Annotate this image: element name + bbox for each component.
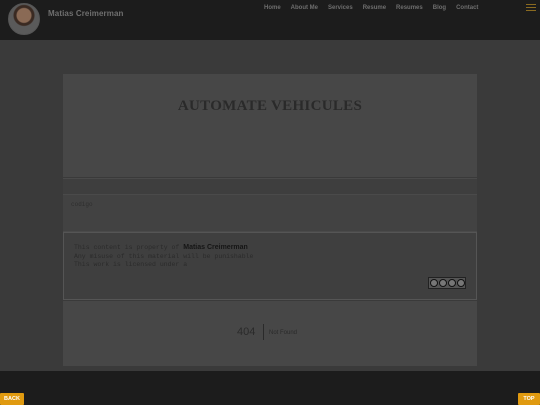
breadcrumb-strip (63, 178, 477, 195)
nc-icon (447, 279, 456, 287)
page-title: AUTOMATE VEHICULES (177, 98, 363, 114)
hamburger-menu-icon[interactable] (526, 4, 536, 12)
main-nav: Home About Me Services Resume Resumes Bl… (264, 5, 488, 11)
license-prefix-text: This work is licensed under a (74, 261, 188, 268)
license-line-3: This work is licensed under a (74, 261, 187, 268)
nav-services[interactable]: Services (328, 5, 353, 11)
avatar[interactable] (8, 3, 40, 35)
scroll-top-button[interactable]: TOP (518, 393, 540, 405)
footer (0, 371, 540, 405)
cc-icon (429, 279, 438, 287)
error-code: 404 (237, 326, 256, 338)
license-author: Matias Creimerman (183, 244, 248, 251)
nav-blog[interactable]: Blog (433, 5, 446, 11)
content-box: codigo (63, 195, 477, 232)
nav-home[interactable]: Home (264, 5, 281, 11)
nav-contact[interactable]: Contact (456, 5, 478, 11)
creative-commons-badge-icon[interactable] (428, 277, 466, 289)
license-line-1: This content is property of Matias Creim… (74, 244, 248, 251)
nav-about-me[interactable]: About Me (291, 5, 318, 11)
license-box: This content is property of Matias Creim… (63, 232, 477, 300)
sa-icon (456, 279, 465, 287)
top-navigation-bar: Matias Creimerman Home About Me Services… (0, 0, 540, 40)
site-brand[interactable]: Matias Creimerman (48, 9, 124, 18)
by-icon (438, 279, 447, 287)
back-button[interactable]: BACK (0, 393, 24, 405)
nav-resume[interactable]: Resume (363, 5, 386, 11)
error-message: Not Found (269, 330, 298, 336)
license-line-2: Any misuse of this material will be puni… (74, 253, 254, 260)
license-property-text: This content is property of (74, 244, 180, 251)
nav-resumes[interactable]: Resumes (396, 5, 423, 11)
content-text: codigo (71, 201, 93, 208)
not-found-section: 404 Not Found (63, 301, 477, 366)
divider (263, 324, 264, 340)
hero-section: AUTOMATE VEHICULES (63, 74, 477, 177)
